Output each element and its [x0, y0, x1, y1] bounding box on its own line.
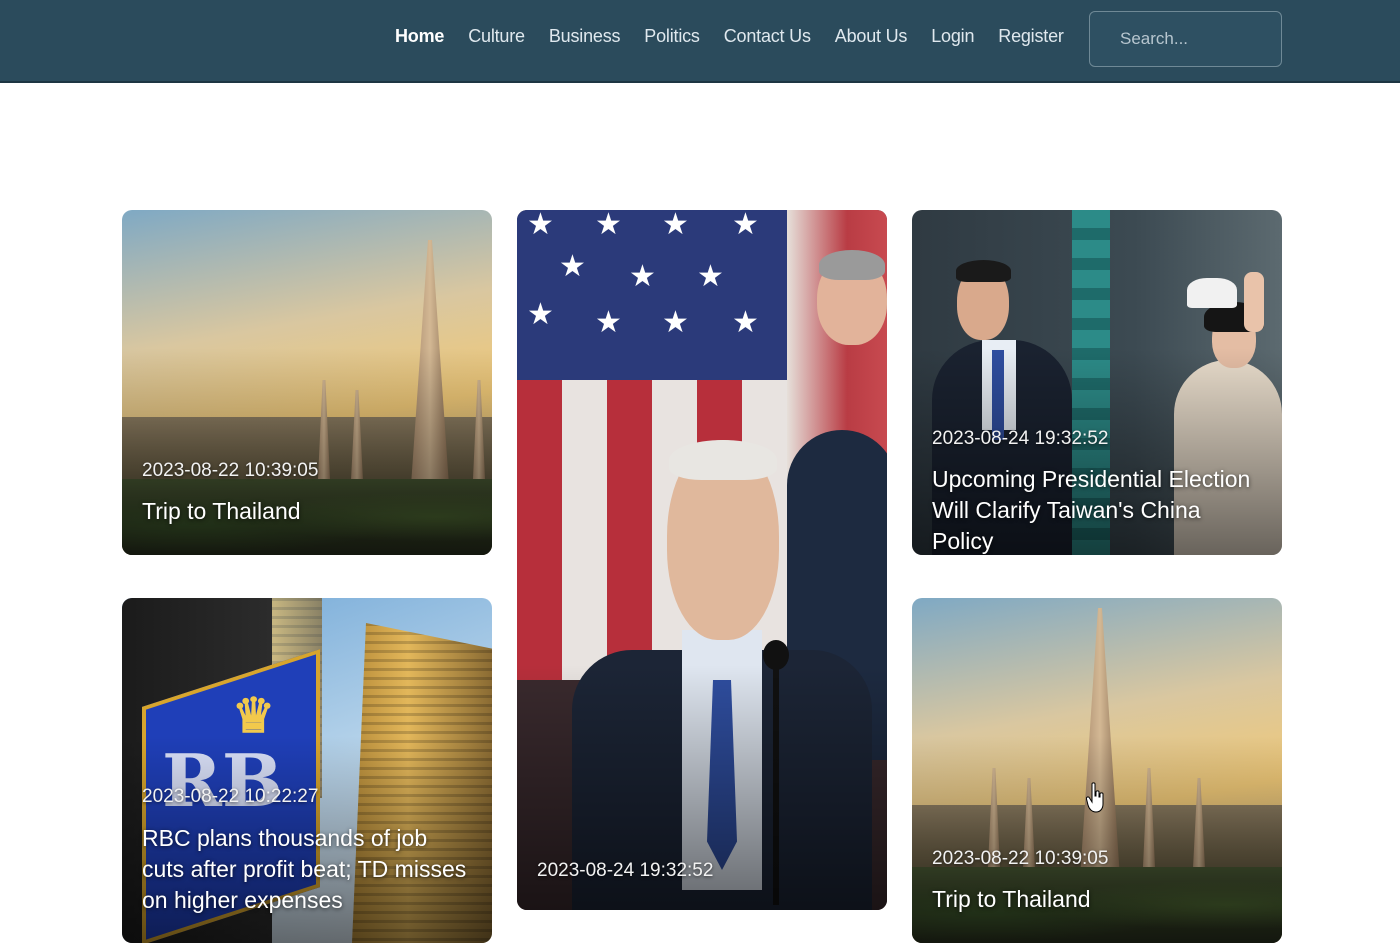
search-input[interactable] [1089, 11, 1282, 67]
nav-link-register[interactable]: Register [998, 26, 1064, 46]
nav-link-politics[interactable]: Politics [644, 26, 700, 46]
card-date: 2023-08-24 19:32:52 [537, 860, 714, 881]
news-card-taiwan[interactable]: 2023-08-24 19:32:52 Upcoming Presidentia… [912, 210, 1282, 555]
nav-link-culture[interactable]: Culture [468, 26, 525, 46]
card-date: 2023-08-22 10:39:05 [932, 848, 1109, 869]
card-date: 2023-08-22 10:39:05 [142, 460, 319, 481]
nav-link-home[interactable]: Home [395, 26, 444, 46]
top-navbar: Home Culture Business Politics Contact U… [0, 0, 1400, 83]
nav-link-contact-us[interactable]: Contact Us [724, 26, 811, 46]
nav-link-login[interactable]: Login [931, 26, 974, 46]
nav-link-about-us[interactable]: About Us [835, 26, 908, 46]
card-title[interactable]: RBC plans thousands of job cuts after pr… [142, 823, 474, 916]
card-title[interactable]: Trip to Thailand [142, 496, 474, 527]
nav-menu: Home Culture Business Politics Contact U… [395, 26, 1088, 47]
hand-cursor-icon [1086, 782, 1104, 813]
news-card-thailand-2[interactable]: 2023-08-22 10:39:05 Trip to Thailand [912, 598, 1282, 943]
card-title[interactable]: Upcoming Presidential Election Will Clar… [932, 464, 1264, 555]
news-card-rbc[interactable]: RB ♛ 2023-08-22 10:22:27 RBC plans thous… [122, 598, 492, 943]
card-date: 2023-08-22 10:22:27 [142, 786, 319, 807]
news-card-thailand[interactable]: 2023-08-22 10:39:05 Trip to Thailand [122, 210, 492, 555]
news-card-politics[interactable]: ★ ★ ★ ★ ★ ★ ★ ★ ★ ★ ★ 2023-08-24 19:32:5… [517, 210, 887, 910]
card-date: 2023-08-24 19:32:52 [932, 428, 1109, 449]
nav-link-business[interactable]: Business [549, 26, 621, 46]
